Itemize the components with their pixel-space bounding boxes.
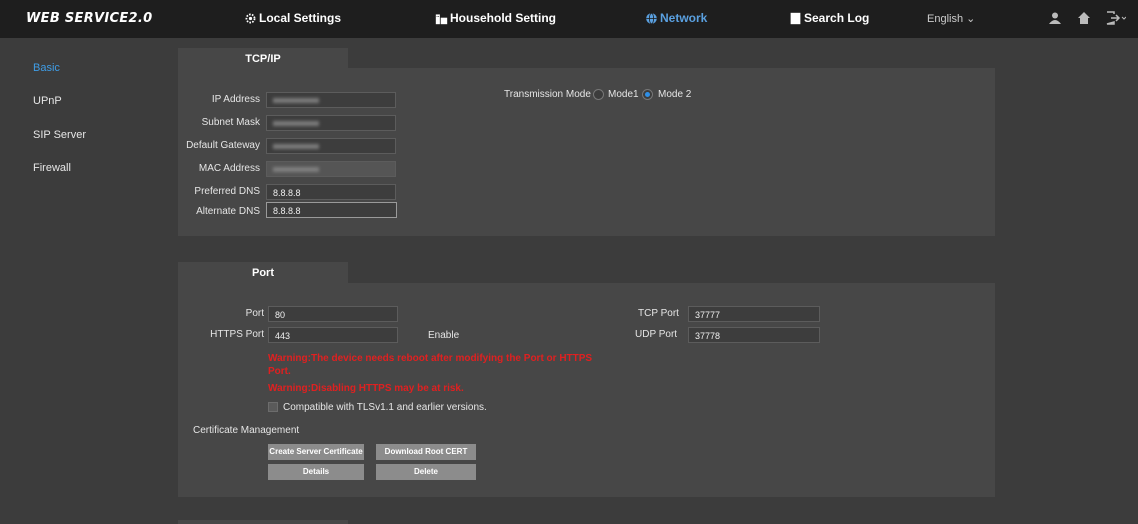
document-icon [790,12,801,24]
nav-search-log[interactable]: Search Log [789,11,869,25]
delete-button[interactable]: Delete [376,464,476,480]
alternate-dns-field[interactable]: 8.8.8.8 [266,202,397,218]
tls-compat-checkbox[interactable] [268,402,278,412]
default-gateway-field[interactable] [266,138,396,154]
mode2-label: Mode 2 [658,89,692,100]
port-field[interactable]: 80 [268,306,398,322]
https-port-field[interactable]: 443 [268,327,398,343]
create-server-certificate-button[interactable]: Create Server Certificate [268,444,364,460]
tls-compat-label: Compatible with TLSv1.1 and earlier vers… [283,402,487,413]
logout-icon[interactable] [1104,10,1126,26]
subnet-mask-label: Subnet Mask [201,117,260,128]
sidebar-item-upnp[interactable]: UPnP [33,95,62,107]
globe-icon [646,12,657,24]
transmission-mode-label: Transmission Mode [504,89,591,100]
udp-port-label: UDP Port [635,329,678,340]
ip-address-field[interactable] [266,92,396,108]
sidebar-item-sip-server[interactable]: SIP Server [33,129,86,141]
nav-label: Network [660,11,708,25]
sidebar-item-firewall[interactable]: Firewall [33,162,71,174]
home-icon[interactable] [1076,10,1092,26]
sidebar-item-basic[interactable]: Basic [33,62,60,74]
tab-port: Port [178,262,348,284]
certificate-management-label: Certificate Management [193,425,300,436]
mode1-label: Mode1 [608,89,639,100]
nav-label: Search Log [804,11,870,25]
download-root-cert-button[interactable]: Download Root CERT [376,444,476,460]
mac-address-label: MAC Address [198,163,260,174]
mac-address-field [266,161,396,177]
subnet-mask-field[interactable] [266,115,396,131]
udp-port-field[interactable]: 37778 [688,327,820,343]
details-button[interactable]: Details [268,464,364,480]
sidebar: Basic UPnP SIP Server Firewall [0,38,160,524]
port-panel: Port 80 HTTPS Port 443 Enable TCP Port 3… [178,283,995,497]
tcp-port-label: TCP Port [638,308,679,319]
language-select[interactable]: English ⌄ [927,12,975,25]
tcp-port-field[interactable]: 37777 [688,306,820,322]
preferred-dns-label: Preferred DNS [194,186,260,197]
mode2-radio[interactable] [642,89,653,100]
tcpip-panel: IP Address Subnet Mask Default Gateway M… [178,68,995,236]
port-label: Port [245,308,264,319]
alternate-dns-label: Alternate DNS [196,206,260,217]
tab-tcpip: TCP/IP [178,48,348,70]
reboot-warning-line2: Port. [268,366,291,377]
enable-label: Enable [428,330,460,341]
logo: WEB SERVICE2.0 [26,11,153,26]
nav-local-settings[interactable]: Local Settings [244,11,341,25]
mode1-radio[interactable] [593,89,604,100]
nav-network[interactable]: Network [645,11,707,25]
nav-label: Household Setting [450,11,556,25]
user-icon[interactable] [1047,10,1063,26]
default-gateway-label: Default Gateway [186,140,260,151]
top-bar: WEB SERVICE2.0 Local Settings Household … [0,0,1138,38]
https-port-label: HTTPS Port [210,329,264,340]
nav-label: Local Settings [259,11,342,25]
https-warning: Warning:Disabling HTTPS may be at risk. [268,383,464,394]
ip-address-label: IP Address [211,94,260,105]
next-section-tab [178,520,348,524]
nav-household-setting[interactable]: Household Setting [435,11,556,25]
building-icon [435,13,448,24]
preferred-dns-field[interactable]: 8.8.8.8 [266,184,396,200]
reboot-warning-line1: Warning:The device needs reboot after mo… [268,353,593,364]
gear-icon [245,13,256,23]
